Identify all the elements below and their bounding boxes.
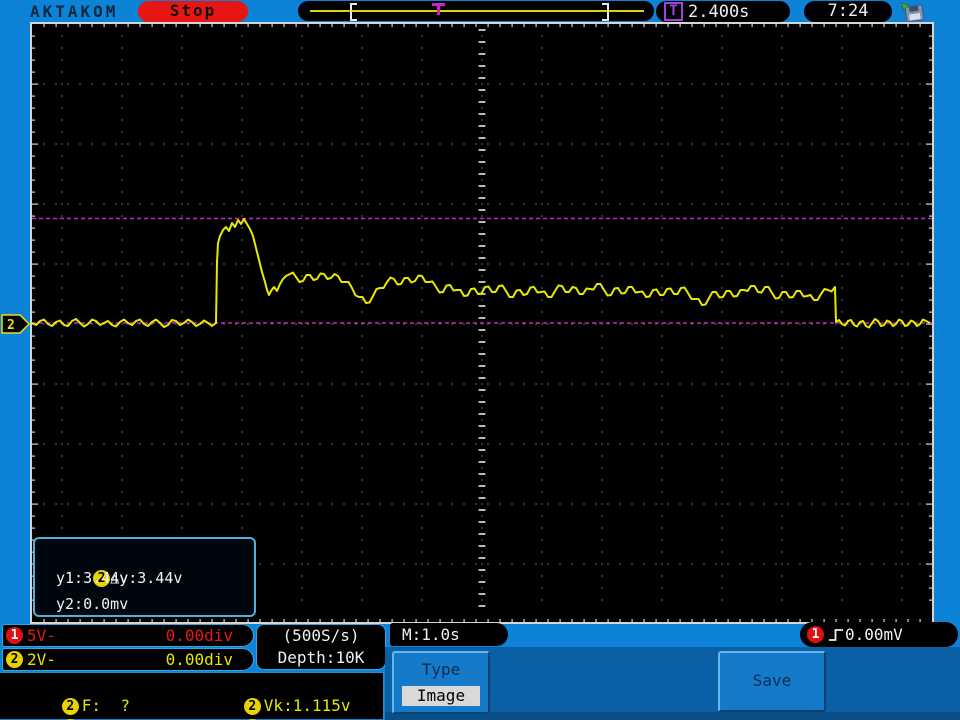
cursor-y2: y2:0.0mv [56,595,129,613]
channel1-scale: 5V- [27,626,56,645]
type-button[interactable]: Type Image [392,651,490,714]
trigger-time-value: 2.400s [688,1,750,22]
record-length-line [310,10,644,12]
cursor-readout-box: 2 △y:3.44v y1:3.44v y2:0.0mv [33,537,256,617]
trigger-status-pill: 1 0.00mV [800,622,958,647]
save-button[interactable]: Save [718,651,826,712]
channel2-status-pill: 2 2V- 0.00div [2,648,254,671]
measurement-vk: 2 Vk:1.115v [186,676,351,715]
svg-text:2: 2 [7,318,15,333]
trigger-time-readout: T 2.400s [656,1,790,22]
channel1-offset: 0.00div [165,626,233,645]
window-right-bracket [602,3,609,21]
type-selected-value[interactable]: Image [402,686,480,706]
measurement-voltage: 2V:840.6mv [186,697,351,720]
trigger-position-marker-icon [432,3,445,17]
oscilloscope-screen: AKTAKOM Stop T 2.400s 7:24 2 2△y:3.44v [0,0,960,720]
channel2-position-marker: 2 [1,314,31,334]
acquisition-status-badge: Stop [138,1,248,22]
sample-rate: (500S/s) [282,626,360,645]
brand-logo: AKTAKOM [30,2,119,21]
measurement-frequency: 2 F: ? [4,676,130,715]
channel2-offset: 0.00div [165,650,233,669]
sample-rate-box: (500S/s) Depth:10K [256,624,386,670]
memory-depth: Depth:10K [277,648,365,667]
trigger-t-icon: T [664,2,683,21]
measurement-bar: 2F: ? 2Vk:1.115v 2+D:71.2% 2V:840.6mv [0,672,384,720]
type-label: Type [421,660,461,679]
channel1-status-pill: 1 5V- 0.00div [2,624,254,647]
window-left-bracket [350,3,357,21]
record-position-bar [298,1,654,21]
trigger-level: 0.00mV [845,625,903,644]
trigger-source-badge: 1 [807,626,824,643]
channel1-badge: 1 [6,627,23,644]
channel2-badge: 2 [6,651,23,668]
measurement-duty: 2+D:71.2% [4,697,159,720]
waveform-display [30,22,934,624]
rising-edge-icon [829,628,843,641]
timebase-pill: M:1.0s [390,623,508,646]
clock: 7:24 [804,1,892,22]
channel2-scale: 2V- [27,650,56,669]
usb-disk-icon [900,2,925,22]
